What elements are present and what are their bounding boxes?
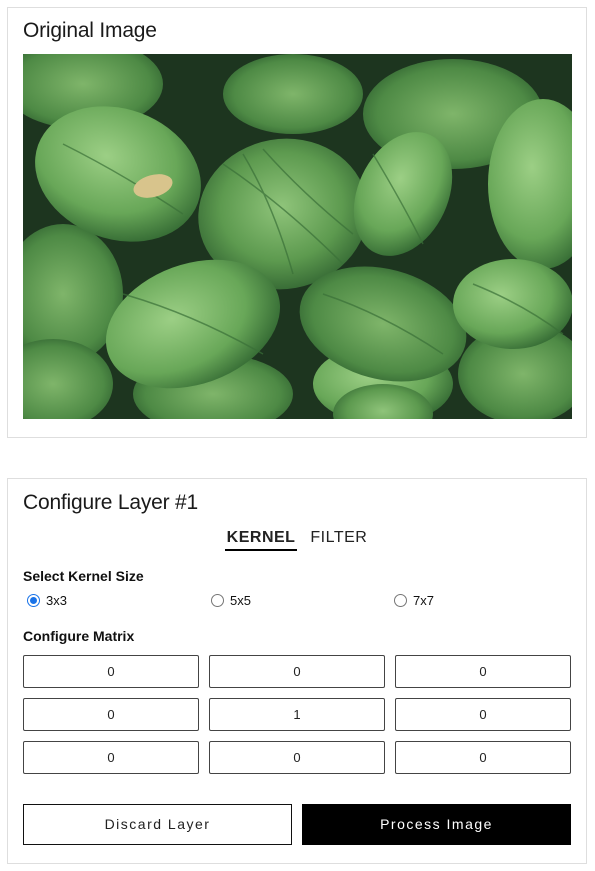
layer-tabs: KERNEL FILTER <box>8 529 586 551</box>
kernel-size-label: Select Kernel Size <box>23 568 144 584</box>
radio-3x3-label: 3x3 <box>46 593 67 608</box>
configure-layer-card: Configure Layer #1 KERNEL FILTER Select … <box>7 478 587 864</box>
process-image-button[interactable]: Process Image <box>302 804 571 845</box>
matrix-cell-1-0[interactable]: 0 <box>23 698 199 731</box>
radio-7x7[interactable] <box>394 594 407 607</box>
kernel-size-options: 3x3 5x5 7x7 <box>27 593 577 611</box>
original-image <box>23 54 572 419</box>
kernel-size-5x5-option[interactable]: 5x5 <box>211 593 251 608</box>
tab-filter[interactable]: FILTER <box>308 529 369 549</box>
radio-5x5[interactable] <box>211 594 224 607</box>
matrix-cell-2-2[interactable]: 0 <box>395 741 571 774</box>
radio-5x5-label: 5x5 <box>230 593 251 608</box>
kernel-size-3x3-option[interactable]: 3x3 <box>27 593 67 608</box>
matrix-cell-0-2[interactable]: 0 <box>395 655 571 688</box>
matrix-cell-2-1[interactable]: 0 <box>209 741 385 774</box>
matrix-cell-0-1[interactable]: 0 <box>209 655 385 688</box>
configure-layer-title: Configure Layer #1 <box>23 491 199 514</box>
matrix-cell-2-0[interactable]: 0 <box>23 741 199 774</box>
discard-layer-button[interactable]: Discard Layer <box>23 804 292 845</box>
matrix-cell-0-0[interactable]: 0 <box>23 655 199 688</box>
radio-3x3[interactable] <box>27 594 40 607</box>
configure-matrix-label: Configure Matrix <box>23 628 135 644</box>
matrix-cell-1-2[interactable]: 0 <box>395 698 571 731</box>
kernel-size-7x7-option[interactable]: 7x7 <box>394 593 434 608</box>
original-image-title: Original Image <box>23 19 157 42</box>
radio-7x7-label: 7x7 <box>413 593 434 608</box>
tab-kernel[interactable]: KERNEL <box>224 529 298 551</box>
original-image-card: Original Image <box>7 7 587 438</box>
matrix-cell-1-1[interactable]: 1 <box>209 698 385 731</box>
